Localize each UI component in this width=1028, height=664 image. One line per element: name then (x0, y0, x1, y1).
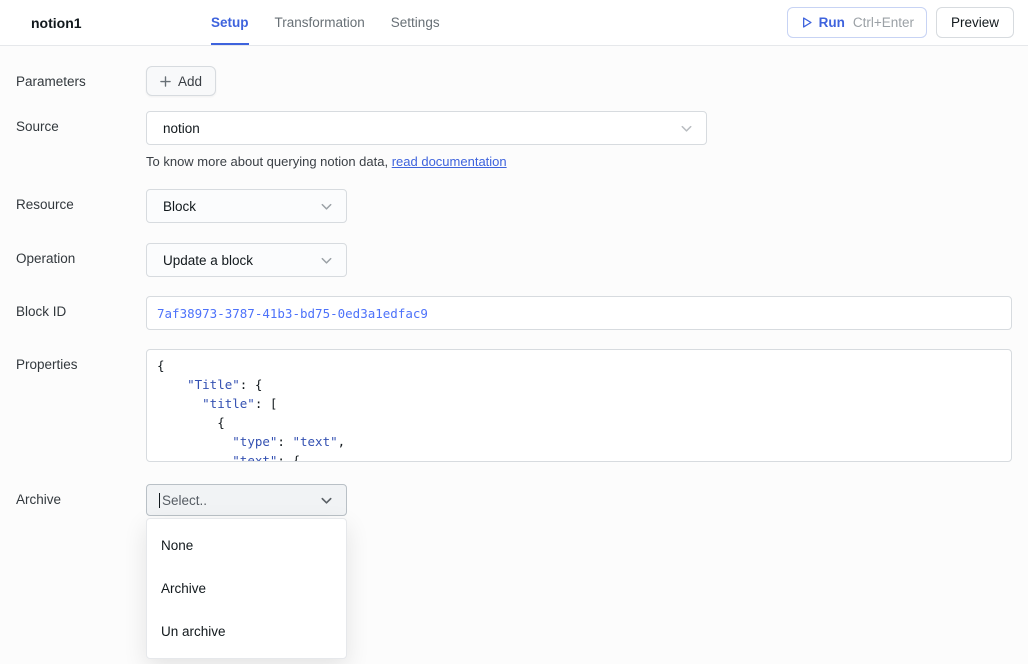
archive-select[interactable]: Select.. (146, 484, 347, 516)
resource-row: Resource Block (16, 189, 1012, 223)
tab-bar: Setup Transformation Settings (211, 0, 440, 45)
source-row: Source notion To know more about queryin… (16, 111, 1012, 169)
source-help-text: To know more about querying notion data,… (146, 154, 707, 169)
source-field: notion To know more about querying notio… (146, 111, 707, 169)
chevron-down-icon (679, 121, 694, 136)
run-button[interactable]: Run Ctrl+Enter (787, 7, 927, 38)
archive-dropdown-menu: None Archive Un archive (146, 518, 347, 659)
chevron-down-icon (319, 493, 334, 508)
text-cursor (159, 493, 160, 508)
run-label: Run (819, 15, 845, 30)
code-line: "text": { (157, 451, 1001, 462)
operation-row: Operation Update a block (16, 243, 1012, 277)
source-value: notion (163, 121, 200, 136)
query-header: notion1 Setup Transformation Settings Ru… (0, 0, 1028, 46)
operation-select[interactable]: Update a block (146, 243, 347, 277)
query-title: notion1 (31, 0, 211, 45)
archive-option-archive[interactable]: Archive (147, 567, 346, 610)
properties-row: Properties { "Title": { "title": [ { "ty… (16, 349, 1012, 462)
code-line: "title": [ (157, 394, 1001, 413)
add-parameter-label: Add (178, 74, 202, 89)
tab-settings[interactable]: Settings (391, 0, 440, 45)
code-line: { (157, 356, 1001, 375)
source-label: Source (16, 111, 146, 134)
archive-option-none[interactable]: None (147, 524, 346, 567)
resource-select[interactable]: Block (146, 189, 347, 223)
archive-field: Select.. None Archive Un archive (146, 484, 347, 516)
archive-row: Archive Select.. None Archive Un archive (16, 484, 1012, 516)
add-parameter-button[interactable]: Add (146, 66, 216, 96)
code-line: { (157, 413, 1001, 432)
chevron-down-icon (319, 199, 334, 214)
tab-transformation[interactable]: Transformation (275, 0, 365, 45)
operation-label: Operation (16, 243, 146, 266)
preview-button[interactable]: Preview (936, 7, 1014, 38)
block-id-input[interactable] (146, 296, 1012, 330)
properties-label: Properties (16, 349, 146, 372)
parameters-label: Parameters (16, 66, 146, 89)
archive-selected-value: Select.. (159, 493, 207, 508)
play-icon (800, 16, 813, 29)
code-line: "type": "text", (157, 432, 1001, 451)
block-id-row: Block ID (16, 296, 1012, 330)
archive-placeholder: Select.. (162, 493, 207, 508)
query-setup-panel: Parameters Add Source notion To know mor… (0, 66, 1028, 516)
header-actions: Run Ctrl+Enter Preview (787, 0, 1014, 45)
block-id-label: Block ID (16, 296, 146, 319)
chevron-down-icon (319, 253, 334, 268)
parameters-row: Parameters Add (16, 66, 1012, 96)
properties-code-editor[interactable]: { "Title": { "title": [ { "type": "text"… (146, 349, 1012, 462)
archive-label: Archive (16, 484, 146, 507)
code-line: "Title": { (157, 375, 1001, 394)
plus-icon (160, 76, 171, 87)
read-documentation-link[interactable]: read documentation (392, 154, 507, 169)
run-shortcut: Ctrl+Enter (853, 15, 914, 30)
source-select[interactable]: notion (146, 111, 707, 145)
tab-setup[interactable]: Setup (211, 0, 249, 45)
operation-value: Update a block (163, 253, 253, 268)
resource-value: Block (163, 199, 196, 214)
archive-option-unarchive[interactable]: Un archive (147, 610, 346, 653)
help-prefix: To know more about querying notion data, (146, 154, 392, 169)
resource-label: Resource (16, 189, 146, 212)
